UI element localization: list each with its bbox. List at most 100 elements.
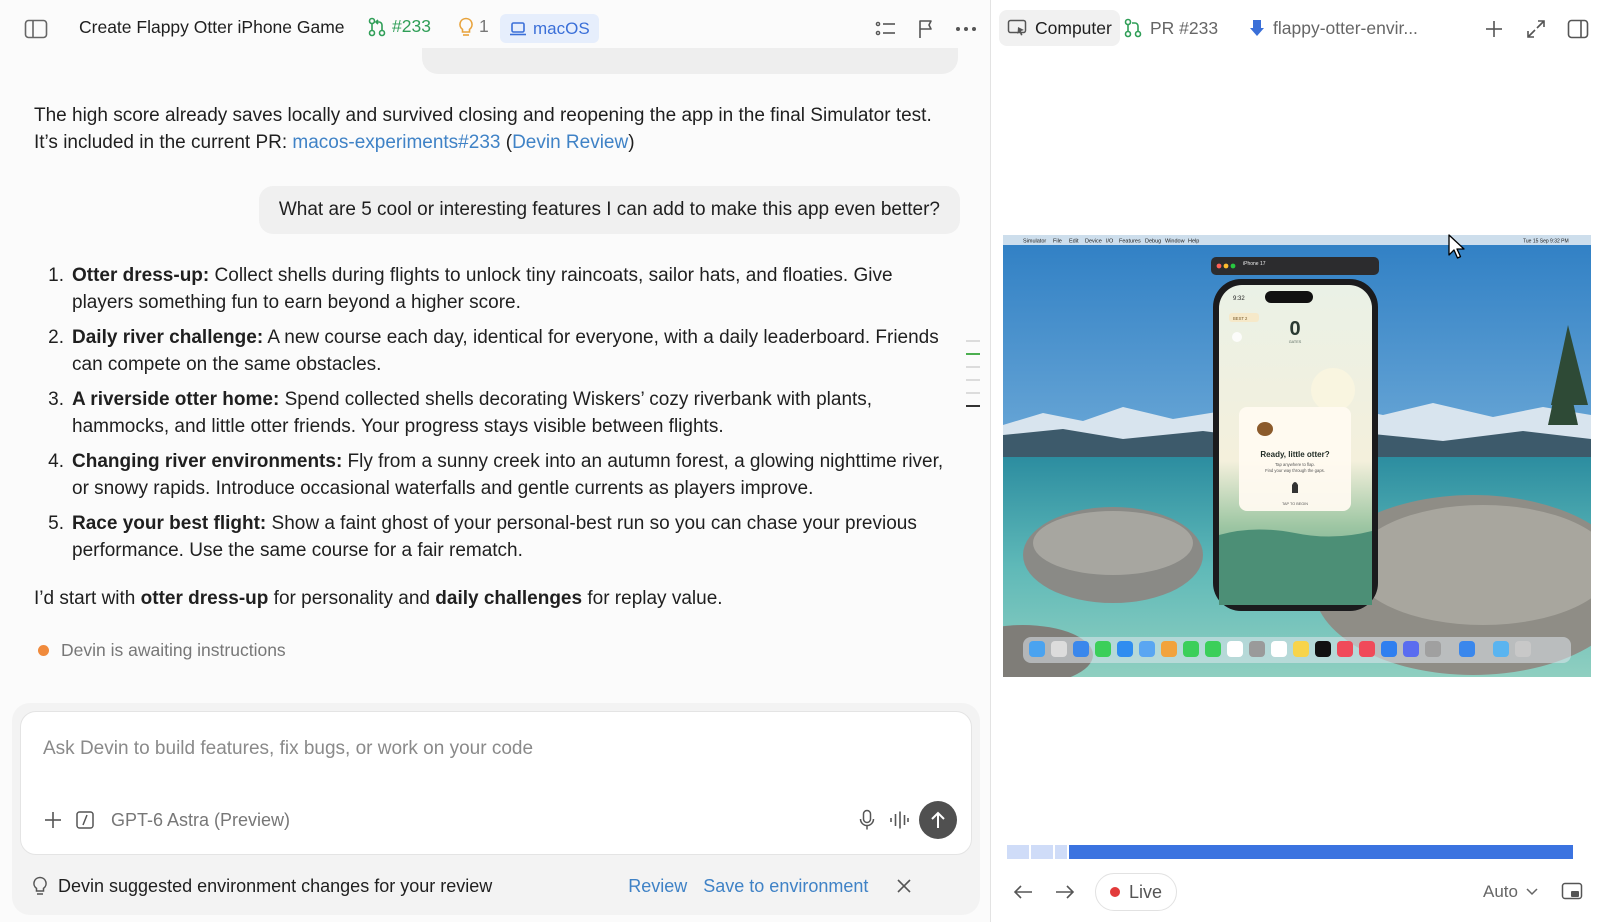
timeline-segment[interactable] [1031,845,1053,859]
hint-count: 1 [479,16,489,36]
save-to-environment-button[interactable]: Save to environment [703,876,868,897]
session-title[interactable]: Create Flappy Otter iPhone Game [79,17,345,38]
score-label: GATES [1289,340,1302,344]
lightbulb-icon [33,876,47,895]
best-score: BEST 2 [1233,316,1248,321]
previous-user-message [422,48,958,74]
score: 0 [1289,318,1300,340]
message-composer[interactable]: Ask Devin to build features, fix bugs, o… [20,711,972,855]
feature-title: Otter dress-up: [72,265,210,286]
minimap-mark[interactable] [966,379,980,381]
message-minimap[interactable] [966,340,982,418]
feature-title: Race your best flight: [72,513,267,534]
menubar-clock: Tue 15 Sep 9:32 PM [1523,239,1569,245]
environment-chip[interactable]: macOS [500,14,599,43]
live-button[interactable]: Live [1095,873,1178,911]
status-text: Devin is awaiting instructions [61,640,286,660]
computer-pane: Computer PR #233 flappy-otter-envir... S… [991,0,1600,922]
tab-computer[interactable]: Computer [999,10,1120,46]
slash-command-icon[interactable] [69,804,101,836]
hints-button[interactable]: 1 [458,16,489,37]
tab-label: PR #233 [1150,17,1219,38]
right-tab-bar: Computer PR #233 flappy-otter-envir... [991,0,1600,58]
new-tab-icon[interactable] [1478,13,1510,45]
game-subtext: Find your way through the gaps. [1265,468,1325,473]
devin-review-link[interactable]: Devin Review [512,132,628,153]
assistant-message-intro: The high score already saves locally and… [34,102,954,156]
remote-desktop-view[interactable]: Simulator File Edit Device I/O Features … [1003,235,1591,677]
more-options-icon[interactable] [950,13,982,45]
voice-waveform-icon[interactable] [883,804,915,836]
forward-arrow-icon[interactable] [1049,876,1081,908]
list-item: 2. Daily river challenge: A new course ea… [34,324,954,378]
send-button[interactable] [919,801,957,839]
game-subtext: Tap anywhere to flap. [1275,462,1315,467]
flag-icon[interactable] [910,13,942,45]
environment-label: macOS [533,18,590,38]
session-status: Devin is awaiting instructions [38,640,286,661]
chat-thread: The high score already saves locally and… [0,48,990,678]
tab-environment[interactable]: flappy-otter-envir... [1241,10,1426,46]
phone-time: 9:32 [1233,296,1245,302]
closing-text: for replay value. [582,588,723,609]
game-headline: Ready, little otter? [1260,450,1329,459]
minimap-mark[interactable] [966,405,980,407]
model-selector[interactable]: GPT-6 Astra (Preview) [111,810,290,831]
paren-close: ) [628,132,635,153]
device-name: iPhone 17 [1243,261,1266,267]
recording-dot-icon [1110,887,1120,897]
closing-text: for personality and [268,588,436,609]
timeline-segment[interactable] [1007,845,1029,859]
pull-request-icon [368,17,386,36]
microphone-icon[interactable] [851,804,883,836]
close-icon[interactable] [888,870,920,902]
tab-pr[interactable]: PR #233 [1116,10,1226,46]
laptop-icon [510,21,526,35]
expand-icon[interactable] [1520,13,1552,45]
closing-emphasis: daily challenges [435,588,583,609]
minimap-mark[interactable] [966,366,980,368]
menubar-item: Device [1085,239,1102,245]
desktop-screenshot: Simulator File Edit Device I/O Features … [1003,235,1591,677]
back-arrow-icon[interactable] [1007,876,1039,908]
pr-reference-link[interactable]: macos-experiments#233 [292,132,500,153]
status-dot-icon [38,645,49,656]
closing-emphasis: otter dress-up [140,588,269,609]
minimap-mark[interactable] [966,353,980,355]
picture-in-picture-icon[interactable] [1556,876,1588,908]
add-attachment-icon[interactable] [37,804,69,836]
menubar-item: I/O [1106,239,1114,245]
feature-list: 1. Otter dress-up: Collect shells during … [34,262,954,572]
live-label: Live [1129,881,1163,902]
list-item: 3. A riverside otter home: Spend collecte… [34,386,954,440]
timeline-segment[interactable] [1055,845,1067,859]
menubar-item: Debug [1145,239,1161,245]
feature-title: Daily river challenge: [72,327,264,348]
closing-text: I’d start with [34,588,141,609]
list-number: 2. [48,327,64,348]
arrow-up-icon [931,811,945,828]
message-input[interactable]: Ask Devin to build features, fix bugs, o… [43,738,533,760]
task-list-icon[interactable] [870,13,902,45]
minimap-mark[interactable] [966,340,980,342]
list-number: 4. [48,451,64,472]
mouse-cursor-icon [1448,234,1465,259]
sidebar-toggle-icon[interactable] [20,13,52,45]
playback-controls: Live Auto [1007,873,1588,911]
tab-label: flappy-otter-envir... [1273,17,1418,38]
environment-suggestion-banner: Devin suggested environment changes for … [32,868,962,904]
chat-pane: Create Flappy Otter iPhone Game #233 1 m… [0,0,990,922]
review-button[interactable]: Review [628,876,687,897]
minimap-mark[interactable] [966,392,980,394]
quality-dropdown[interactable]: Auto [1483,882,1538,902]
list-item: 5. Race your best flight: Show a faint gh… [34,510,954,564]
feature-title: Changing river environments: [72,451,343,472]
pr-link[interactable]: #233 [368,16,431,37]
menubar-item: Help [1188,239,1199,245]
menubar-item: Window [1165,239,1185,245]
panel-toggle-icon[interactable] [1562,13,1594,45]
chevron-down-icon [1526,888,1538,896]
suggestion-text: Devin suggested environment changes for … [58,875,493,896]
timeline-progress-fill [1069,845,1573,859]
playback-timeline[interactable] [1007,845,1588,859]
